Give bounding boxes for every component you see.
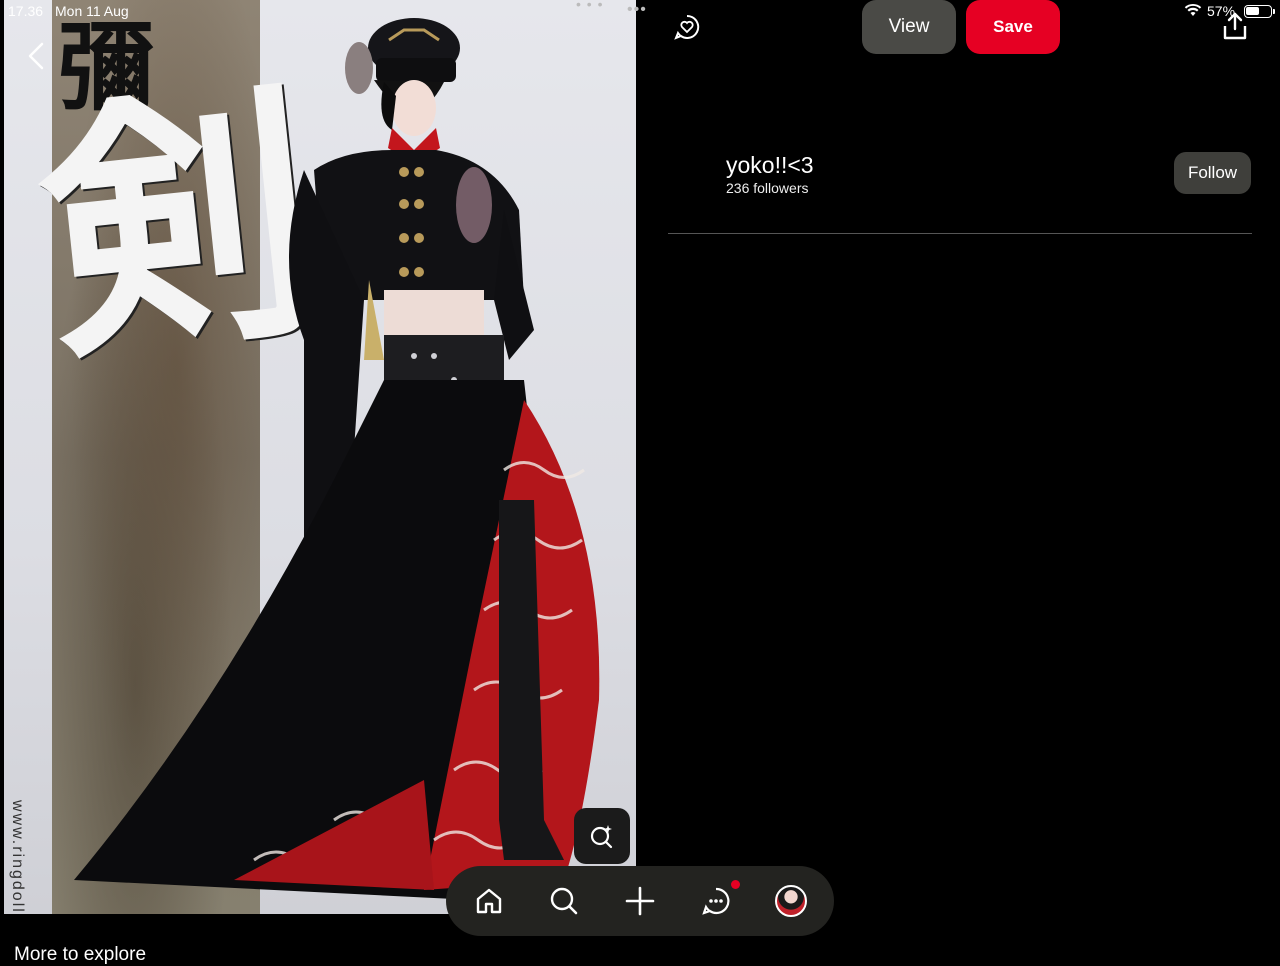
status-date: Mon 11 Aug <box>55 3 129 19</box>
status-bar: 17.36 Mon 11 Aug • • • ••• 57% <box>0 0 1280 24</box>
home-icon <box>476 888 502 914</box>
profile-avatar[interactable] <box>775 885 807 917</box>
section-divider <box>668 233 1252 234</box>
battery-icon <box>1244 5 1272 18</box>
more-dots-icon[interactable]: ••• <box>627 1 647 19</box>
status-time: 17.36 <box>8 3 44 19</box>
creator-followers: 236 followers <box>726 180 809 196</box>
wifi-icon <box>1184 3 1202 16</box>
creator-name[interactable]: yoko!!<3 <box>726 152 814 179</box>
messages-icon <box>702 887 730 915</box>
visual-search-icon <box>590 825 613 849</box>
back-chevron-icon[interactable] <box>24 40 50 72</box>
follow-button[interactable]: Follow <box>1174 152 1251 194</box>
battery-fill <box>1246 7 1259 15</box>
bottom-navigation-bar <box>446 866 834 936</box>
nav-messages[interactable] <box>699 884 733 918</box>
plus-icon <box>625 886 655 916</box>
visual-search-button[interactable] <box>574 808 630 864</box>
battery-tip <box>1273 9 1275 14</box>
nav-home[interactable] <box>472 884 506 918</box>
notification-badge <box>731 880 740 889</box>
search-icon <box>550 887 578 915</box>
nav-search[interactable] <box>547 884 581 918</box>
multitask-dots-icon[interactable]: • • • <box>576 0 603 12</box>
battery-percent: 57% <box>1207 3 1236 19</box>
more-to-explore-heading: More to explore <box>14 944 147 965</box>
doll-figure-illustration <box>74 18 600 900</box>
pin-image[interactable]: 彌 剣 www.ringdoll.com <box>4 0 636 914</box>
nav-create[interactable] <box>623 884 657 918</box>
